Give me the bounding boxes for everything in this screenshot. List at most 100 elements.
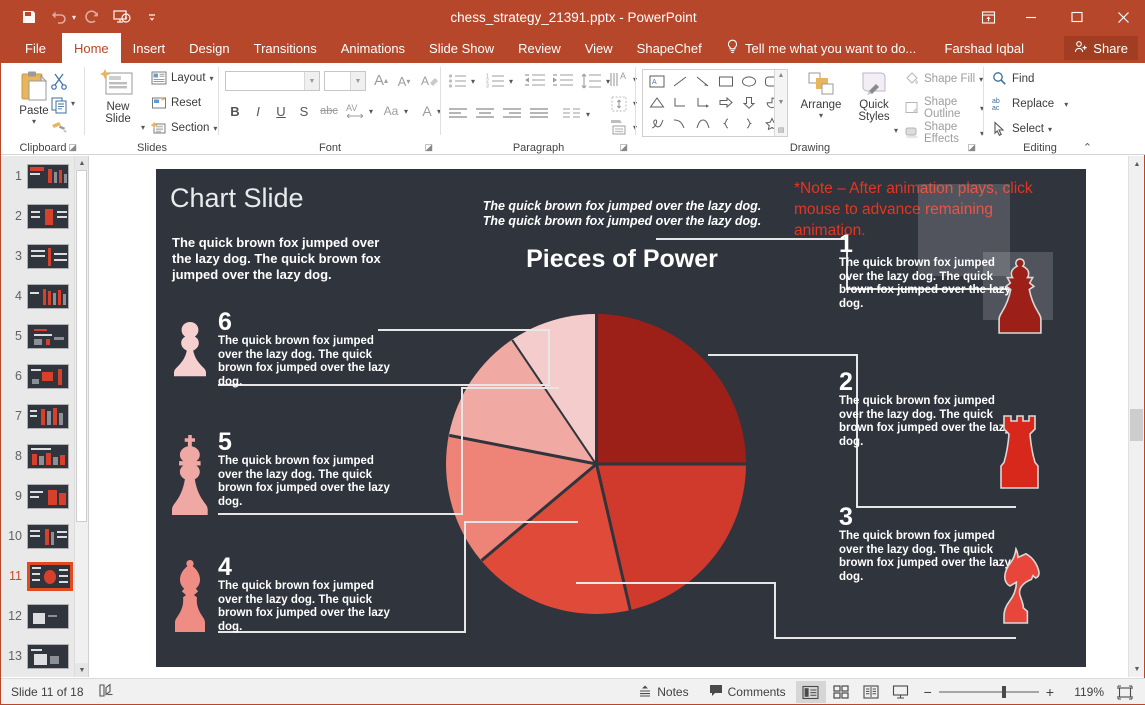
increase-font-size-icon[interactable]: A ▴ — [371, 70, 391, 91]
shape-elbow-connector-icon[interactable] — [668, 92, 691, 113]
quick-styles-dropdown-icon[interactable]: ▾ — [894, 126, 898, 135]
shapes-gallery-scrollbar[interactable]: ▲ ▼ ▤ — [774, 70, 787, 136]
justify-button[interactable] — [528, 105, 550, 123]
tab-file[interactable]: File — [9, 33, 62, 63]
scroll-up-icon[interactable]: ▲ — [75, 156, 88, 170]
slide-thumbnail-8[interactable]: 8 — [1, 436, 74, 476]
format-painter-button[interactable] — [49, 117, 69, 137]
slide-thumbnail-4[interactable]: 4 — [1, 276, 74, 316]
slide-canvas[interactable]: Chart Slide The quick brown fox jumped o… — [156, 169, 1086, 667]
align-text-button[interactable] — [609, 93, 631, 115]
fit-slide-icon[interactable] — [1110, 681, 1140, 703]
character-spacing-dropdown-icon[interactable]: ▾ — [369, 107, 373, 116]
slide-thumbnail-14[interactable]: 14 — [1, 676, 74, 677]
bullets-dropdown-icon[interactable]: ▾ — [471, 77, 475, 86]
shape-outline-button[interactable]: Shape Outline ▾ — [904, 96, 984, 120]
callout-3[interactable]: 3 The quick brown fox jumped over the la… — [839, 504, 1019, 584]
slide-title[interactable]: Chart Slide — [170, 183, 304, 214]
collapse-ribbon-chevron-up-icon[interactable]: ⌃ — [1083, 141, 1092, 154]
replace-button[interactable]: ab ac Replace ▾ — [992, 96, 1068, 112]
callout-5[interactable]: 5 The quick brown fox jumped over the la… — [218, 429, 398, 509]
accessibility-icon[interactable] — [98, 683, 115, 701]
slide-indicator[interactable]: Slide 11 of 18 — [11, 685, 84, 699]
shape-elbow-arrow-icon[interactable] — [691, 92, 714, 113]
account-name[interactable]: Farshad Iqbal — [945, 33, 1025, 63]
slide-thumbnail-7[interactable]: 7 — [1, 396, 74, 436]
font-dialog-launcher[interactable]: ◪ — [424, 142, 433, 153]
increase-indent-button[interactable] — [551, 71, 575, 91]
shape-fill-button[interactable]: Shape Fill ▾ — [904, 71, 983, 87]
drawing-dialog-launcher[interactable]: ◪ — [967, 142, 976, 153]
arrange-button[interactable]: Arrange ▾ — [796, 71, 846, 120]
paste-dropdown-icon[interactable]: ▾ — [32, 117, 36, 126]
tell-me-search[interactable]: Tell me what you want to do... — [726, 33, 916, 63]
shape-right-arrow-icon[interactable] — [714, 92, 737, 113]
shape-oval-icon[interactable] — [737, 71, 760, 92]
minimize-icon[interactable] — [1008, 1, 1054, 33]
shape-right-brace-icon[interactable] — [737, 113, 760, 134]
quick-styles-button[interactable]: Quick Styles — [848, 71, 900, 123]
view-normal-button[interactable] — [795, 681, 826, 703]
shape-scribble-icon[interactable] — [645, 113, 668, 134]
chart-title[interactable]: Pieces of Power — [472, 245, 772, 274]
scroll-down-icon[interactable]: ▼ — [75, 663, 88, 677]
view-slide-sorter-button[interactable] — [826, 681, 856, 703]
convert-to-smartart-button[interactable] — [609, 117, 631, 139]
slide-subtitle[interactable]: The quick brown fox jumped over the lazy… — [472, 199, 772, 229]
editor-scrollbar-thumb[interactable] — [1130, 409, 1143, 441]
maximize-icon[interactable] — [1054, 1, 1100, 33]
reset-button[interactable]: Reset — [151, 95, 201, 111]
new-slide-button[interactable]: New Slide — [91, 69, 145, 125]
comments-button[interactable]: Comments — [699, 679, 796, 705]
font-name-input[interactable]: ▼ — [225, 71, 320, 91]
gallery-expand-icon[interactable]: ▤ — [778, 126, 785, 134]
copy-dropdown-icon[interactable]: ▾ — [71, 99, 75, 108]
tab-slide-show[interactable]: Slide Show — [417, 33, 506, 63]
bullets-button[interactable] — [447, 71, 469, 91]
slide-thumbnail-3[interactable]: 3 — [1, 236, 74, 276]
pie-chart[interactable] — [446, 314, 747, 614]
new-slide-dropdown-icon[interactable]: ▾ — [141, 123, 145, 132]
align-right-button[interactable] — [501, 105, 523, 123]
gallery-scroll-up-icon[interactable]: ▲ — [778, 72, 785, 79]
font-name-dropdown-icon[interactable]: ▼ — [304, 72, 319, 90]
editor-vertical-scrollbar[interactable]: ▲ ▼ — [1128, 156, 1144, 677]
select-button[interactable]: Select ▾ — [992, 121, 1052, 137]
slide-thumbnail-panel[interactable]: 1 2 3 4 5 6 7 8 9 10 11 12 13 ▲ ▼ — [1, 156, 89, 677]
bold-button[interactable]: B — [225, 101, 245, 121]
editor-scroll-up-icon[interactable]: ▲ — [1129, 156, 1145, 172]
view-reading-button[interactable] — [856, 681, 886, 703]
arrange-dropdown-icon[interactable]: ▾ — [819, 111, 823, 120]
ribbon-display-icon[interactable] — [968, 1, 1008, 33]
tab-design[interactable]: Design — [177, 33, 241, 63]
change-case-dropdown-icon[interactable]: ▾ — [404, 107, 408, 116]
replace-dropdown-icon[interactable]: ▾ — [1064, 100, 1068, 109]
character-spacing-button[interactable]: AV — [343, 100, 367, 122]
callout-6[interactable]: 6 The quick brown fox jumped over the la… — [218, 309, 398, 389]
shapes-gallery[interactable]: A ▲ ▼ ▤ — [642, 69, 788, 137]
columns-button[interactable] — [561, 105, 583, 123]
tab-animations[interactable]: Animations — [329, 33, 417, 63]
line-spacing-button[interactable] — [579, 70, 603, 92]
close-icon[interactable] — [1100, 1, 1145, 33]
layout-button[interactable]: Layout ▾ — [151, 70, 214, 86]
view-slideshow-button[interactable] — [886, 681, 916, 703]
font-size-dropdown-icon[interactable]: ▼ — [350, 72, 365, 90]
shape-arc-icon[interactable] — [691, 113, 714, 134]
tab-insert[interactable]: Insert — [121, 33, 178, 63]
gallery-scroll-down-icon[interactable]: ▼ — [778, 99, 785, 106]
section-dropdown-icon[interactable]: ▾ — [213, 124, 217, 133]
change-case-button[interactable]: Aa — [380, 101, 402, 121]
shape-line-icon[interactable] — [668, 71, 691, 92]
shape-textbox-icon[interactable]: A — [645, 71, 668, 92]
notes-button[interactable]: Notes — [628, 679, 698, 705]
slide-thumbnail-11[interactable]: 11 — [1, 556, 74, 596]
shape-triangle-icon[interactable] — [645, 92, 668, 113]
tab-view[interactable]: View — [573, 33, 625, 63]
editor-scroll-down-icon[interactable]: ▼ — [1129, 661, 1145, 677]
layout-dropdown-icon[interactable]: ▾ — [210, 74, 214, 83]
slide-thumbnail-2[interactable]: 2 — [1, 196, 74, 236]
center-button[interactable] — [474, 105, 496, 123]
numbering-button[interactable]: 123 — [485, 71, 507, 91]
queen-icon[interactable] — [994, 257, 1046, 340]
